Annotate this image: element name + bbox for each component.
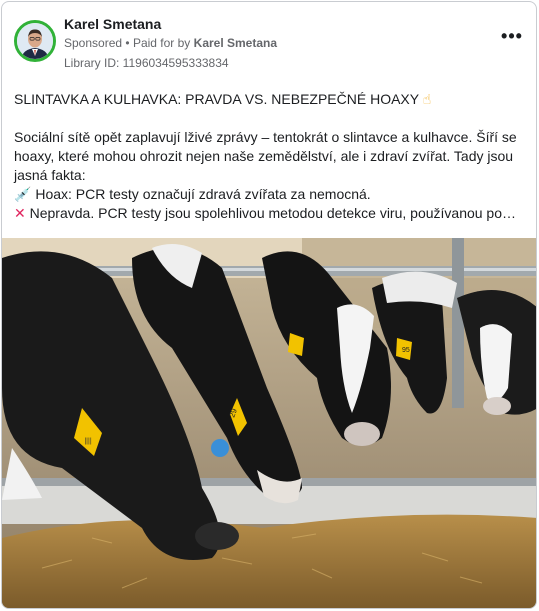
post-paragraph: Sociální sítě opět zaplavují lživé zpráv… <box>14 129 517 183</box>
headline-text: SLINTAVKA A KULHAVKA: PRAVDA VS. NEBEZPE… <box>14 91 419 107</box>
sponsored-line: Sponsored • Paid for by Karel Smetana <box>64 36 277 50</box>
hoax-text: Hoax: PCR testy označují zdravá zvířata … <box>35 186 371 202</box>
author-name[interactable]: Karel Smetana <box>64 16 161 32</box>
post-text: SLINTAVKA A KULHAVKA: PRAVDA VS. NEBEZPE… <box>14 90 528 223</box>
pointing-hand-icon: ☝ <box>422 91 432 107</box>
meta-separator: • <box>125 36 130 50</box>
truth-text[interactable]: Nepravda. PCR testy jsou spolehlivou met… <box>30 205 516 221</box>
sponsored-label: Sponsored <box>64 36 123 50</box>
post-header: Karel Smetana Sponsored • Paid for by Ka… <box>14 14 526 74</box>
cows-photo-illustration: |||| 29 95 <box>2 238 536 608</box>
ear-tag-number: 95 <box>402 347 410 354</box>
red-x-icon: ✕ <box>14 205 26 221</box>
sponsored-post-card: Karel Smetana Sponsored • Paid for by Ka… <box>1 1 537 609</box>
avatar-portrait-icon <box>17 23 53 59</box>
library-id: Library ID: 1196034595333834 <box>64 56 229 70</box>
truth-line: ✕ Nepravda. PCR testy jsou spolehlivou m… <box>14 204 528 223</box>
hoax-line: 💉 Hoax: PCR testy označují zdravá zvířat… <box>14 185 528 204</box>
more-options-icon[interactable]: ••• <box>498 27 526 52</box>
post-photo[interactable]: |||| 29 95 <box>2 238 536 608</box>
paid-for-name[interactable]: Karel Smetana <box>194 36 277 50</box>
post-headline: SLINTAVKA A KULHAVKA: PRAVDA VS. NEBEZPE… <box>14 90 528 109</box>
author-avatar[interactable] <box>14 20 56 62</box>
svg-text:||||: |||| <box>84 438 91 445</box>
syringe-icon: 💉 <box>14 186 32 202</box>
paid-for-label: Paid for by <box>132 36 191 50</box>
